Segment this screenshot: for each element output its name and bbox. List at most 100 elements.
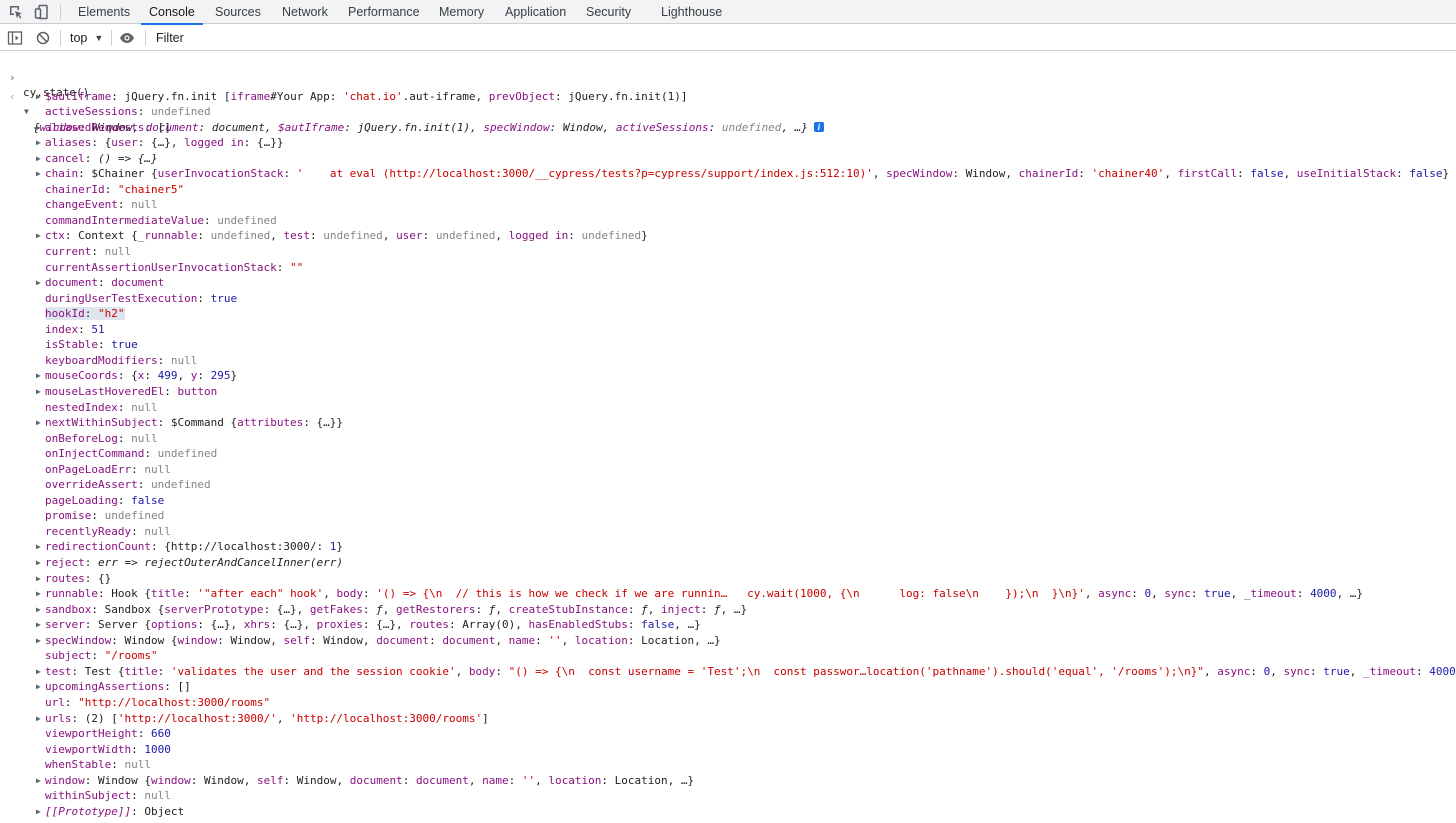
property-key: withinSubject [45,789,132,803]
expand-triangle-icon[interactable]: ▶ [36,415,41,431]
token: : [475,602,489,616]
expand-triangle-icon[interactable]: ▶ [36,633,41,649]
colon: : [111,633,125,647]
token: , [1349,664,1364,678]
colon: : [144,447,158,461]
property-content: activeSessions: undefined [45,104,211,120]
tab-sources[interactable]: Sources [215,0,261,24]
property-row[interactable]: ▶ chain: $Chainer {userInvocationStack: '… [0,166,1456,182]
property-row: subject: "/rooms" [0,648,1456,664]
clear-console-icon[interactable] [35,30,51,46]
property-row[interactable]: ▶ document: document [0,275,1456,291]
device-toolbar-icon[interactable] [34,4,50,20]
tab-application[interactable]: Application [505,0,566,24]
property-row[interactable]: ▶ mouseCoords: {x: 499, y: 295} [0,368,1456,384]
property-content: chainerId: "chainer5" [45,182,184,198]
property-row[interactable]: ▶ nextWithinSubject: $Command {attributes… [0,415,1456,431]
context-selector-label: top [70,31,88,45]
tab-memory[interactable]: Memory [439,0,484,24]
property-row[interactable]: ▶ $autIframe: jQuery.fn.init [iframe#Your… [0,89,1456,105]
expand-triangle-icon[interactable]: ▶ [36,368,41,384]
property-row[interactable]: ▶ runnable: Hook {title: '"after each" ho… [0,586,1456,602]
property-row[interactable]: ▶ sandbox: Sandbox {serverPrototype: {…},… [0,602,1456,618]
property-key: mouseLastHoveredEl [45,384,165,398]
console-result-line[interactable]: ‹ ▼ {window: Window, document: document,… [0,73,1456,134]
property-row[interactable]: ▶ mouseLastHoveredEl: button [0,384,1456,400]
property-row[interactable]: ▶ window: Window {window: Window, self: W… [0,773,1456,789]
eye-icon[interactable] [119,30,135,46]
tab-network[interactable]: Network [282,0,328,24]
property-row[interactable]: ▶ ctx: Context {_runnable: undefined, tes… [0,228,1456,244]
property-key: runnable [45,587,98,601]
expand-triangle-icon[interactable]: ▶ [36,120,41,136]
colon: : [117,369,132,383]
property-row[interactable]: ▶ aliases: {user: {…}, logged in: {…}} [0,135,1456,151]
property-row[interactable]: ▶ redirectionCount: {http://localhost:300… [0,539,1456,555]
console-toolbar: top ▼ [0,25,1456,51]
token: : [700,602,714,616]
tab-security[interactable]: Security [586,0,631,24]
token: document [376,633,430,647]
property-row: current: null [0,244,1456,260]
inspect-element-icon[interactable] [8,4,24,20]
expand-triangle-icon[interactable]: ▶ [36,228,41,244]
token: : [184,587,198,601]
expand-triangle-icon[interactable]: ▶ [36,539,41,555]
token: window [150,773,191,787]
tab-elements[interactable]: Elements [78,0,130,24]
sidebar-toggle-icon[interactable] [7,30,23,46]
property-row[interactable]: ▶ urls: (2) ['http://localhost:3000/', 'h… [0,711,1456,727]
expand-triangle-icon[interactable]: ▶ [36,571,41,587]
expand-triangle-icon[interactable]: ▶ [36,773,41,789]
tab-lighthouse[interactable]: Lighthouse [661,0,722,24]
token: _runnable [137,229,198,243]
property-row[interactable]: ▶ routes: {} [0,571,1456,587]
tab-performance[interactable]: Performance [348,0,420,24]
property-row[interactable]: ▶ [[Prototype]]: Object [0,804,1456,820]
colon: : [91,509,105,523]
expand-triangle-icon[interactable]: ▶ [36,711,41,727]
token: null [170,353,198,367]
tab-console[interactable]: Console [141,0,203,25]
token: sync [1164,587,1191,601]
expand-triangle-icon[interactable]: ▶ [36,804,41,820]
expand-triangle-icon[interactable]: ▶ [36,89,41,105]
token: body [468,664,496,678]
property-row[interactable]: ▶ test: Test {title: 'validates the user … [0,664,1456,680]
property-row[interactable]: ▶ cancel: () => {…} [0,151,1456,167]
property-content: pageLoading: false [45,493,164,509]
context-selector[interactable]: top ▼ [70,25,103,51]
expand-triangle-icon[interactable]: ▶ [36,166,41,182]
property-key: chain [45,167,79,181]
token: (2) [ [84,711,118,725]
colon: : [137,105,151,119]
expand-triangle-icon[interactable]: ▶ [36,617,41,633]
property-content: cancel: () => {…} [45,151,158,167]
property-value: Object [144,805,184,818]
property-row: viewportHeight: 660 [0,726,1456,742]
property-key: chainerId [45,182,105,196]
filter-input[interactable] [150,28,1456,47]
expand-triangle-icon[interactable]: ▶ [36,135,41,151]
token: : jQuery.fn.init(1)] [555,89,688,103]
colon: : [64,695,79,709]
token: , [1283,167,1297,181]
colon: : [78,322,92,336]
property-row[interactable]: ▶ server: Server {options: {…}, xhrs: {…}… [0,617,1456,633]
token: createStubInstance [508,602,628,616]
expand-triangle-icon[interactable]: ▶ [36,586,41,602]
expand-triangle-icon[interactable]: ▶ [36,602,41,618]
expand-triangle-icon[interactable]: ▶ [36,275,41,291]
property-row[interactable]: ▶ specWindow: Window {window: Window, sel… [0,633,1456,649]
expand-triangle-icon[interactable]: ▶ [36,384,41,400]
property-row[interactable]: ▶ aliasedRequests: [] [0,120,1456,136]
expand-triangle-icon[interactable]: ▶ [36,679,41,695]
property-row[interactable]: ▶ reject: err => rejectOuterAndCancelInne… [0,555,1456,571]
property-row[interactable]: ▶ upcomingAssertions: [] [0,679,1456,695]
colon: : [97,587,112,601]
token: undefined [210,229,271,243]
expand-triangle-icon[interactable]: ▶ [36,664,41,680]
expand-triangle-icon[interactable]: ▶ [36,151,41,167]
expand-triangle-icon[interactable]: ▶ [36,555,41,571]
property-key: url [45,695,65,709]
